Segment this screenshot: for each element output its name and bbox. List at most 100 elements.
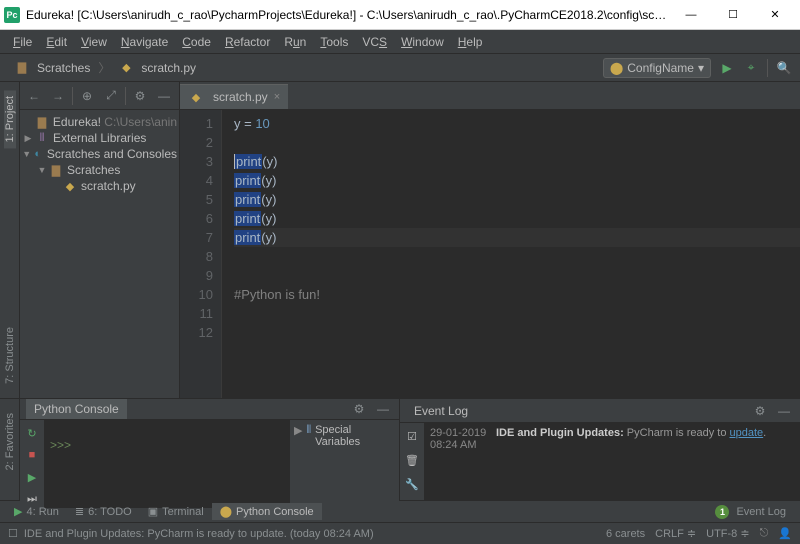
special-vars-pane[interactable]: ▶ ⫴ Special Variables bbox=[289, 420, 399, 508]
console-text[interactable]: >>> bbox=[44, 420, 289, 508]
project-panel: ← → ⊕ ⤢ ⚙ — ▇ Edureka! C:\Users\anin ▶ ⫴… bbox=[20, 82, 180, 398]
status-message: IDE and Plugin Updates: PyCharm is ready… bbox=[24, 528, 374, 540]
breadcrumb-scratches[interactable]: ▇ Scratches bbox=[8, 59, 96, 77]
tree-scratches-consoles[interactable]: ▼ ◐ Scratches and Consoles bbox=[22, 146, 177, 162]
python-icon: ⬤ bbox=[610, 61, 623, 75]
gear-icon[interactable]: ⚙ bbox=[750, 401, 770, 421]
left-tool-gutter-bottom: 2: Favorites bbox=[0, 399, 20, 500]
tool-favorites[interactable]: 2: Favorites bbox=[4, 407, 16, 476]
folder-icon: ▇ bbox=[14, 61, 30, 75]
editor-tabs: ◆ scratch.py × bbox=[180, 82, 800, 110]
tab-python-console[interactable]: ⬤Python Console bbox=[212, 503, 322, 520]
tool-project[interactable]: 1: Project bbox=[4, 90, 16, 148]
menu-file[interactable]: File bbox=[6, 33, 39, 51]
debug-icon[interactable]: ⌖ bbox=[743, 60, 759, 76]
separator bbox=[767, 59, 768, 77]
gear-icon[interactable]: ⚙ bbox=[349, 399, 369, 419]
python-file-icon: ◆ bbox=[118, 61, 134, 75]
tool-structure[interactable]: 7: Structure bbox=[4, 321, 16, 390]
menu-refactor[interactable]: Refactor bbox=[218, 33, 277, 51]
folder-icon: ▇ bbox=[34, 115, 50, 129]
tab-event-log[interactable]: 1Event Log bbox=[707, 503, 794, 521]
menu-run[interactable]: Run bbox=[277, 33, 313, 51]
console-tab[interactable]: Python Console bbox=[26, 399, 127, 419]
expand-icon[interactable]: ▶ bbox=[294, 424, 302, 437]
separator bbox=[125, 87, 126, 105]
run-icon[interactable]: ▶ bbox=[719, 60, 735, 76]
maximize-button[interactable]: ☐ bbox=[712, 1, 754, 29]
update-link[interactable]: update bbox=[730, 427, 764, 439]
folder-icon: ▇ bbox=[48, 163, 64, 177]
chevron-down-icon: ▾ bbox=[698, 61, 704, 75]
python-file-icon: ◆ bbox=[62, 179, 78, 193]
status-separator-select[interactable]: CRLF ≑ bbox=[655, 527, 696, 540]
editor-tab-scratch[interactable]: ◆ scratch.py × bbox=[180, 84, 288, 109]
status-carets: 6 carets bbox=[606, 528, 645, 540]
eventlog-content: 29-01-2019 08:24 AM IDE and Plugin Updat… bbox=[424, 423, 800, 500]
back-icon[interactable]: ← bbox=[24, 86, 44, 106]
python-file-icon: ◆ bbox=[188, 90, 204, 104]
minimize-button[interactable]: — bbox=[670, 1, 712, 29]
collapse-icon[interactable]: ⤢ bbox=[101, 86, 121, 106]
editor-area: ◆ scratch.py × 123 456 789 101112 y = 10… bbox=[180, 82, 800, 398]
tree-external-libs[interactable]: ▶ ⫴ External Libraries bbox=[22, 130, 177, 146]
gear-icon[interactable]: ⚙ bbox=[130, 86, 150, 106]
bottom-tabs: ▶4: Run ≣6: TODO ▣Terminal ⬤Python Conso… bbox=[0, 500, 800, 522]
mark-read-icon[interactable]: ☑ bbox=[403, 427, 421, 445]
notification-badge: 1 bbox=[715, 505, 729, 519]
left-tool-gutter: 1: Project 7: Structure bbox=[0, 82, 20, 398]
menu-code[interactable]: Code bbox=[175, 33, 218, 51]
hide-icon[interactable]: — bbox=[774, 401, 794, 421]
run-config-select[interactable]: ⬤ ConfigName ▾ bbox=[603, 58, 711, 78]
todo-icon: ≣ bbox=[75, 505, 84, 518]
forward-icon[interactable]: → bbox=[48, 86, 68, 106]
menu-edit[interactable]: Edit bbox=[39, 33, 74, 51]
delete-icon[interactable]: 🗑 bbox=[403, 451, 421, 469]
run-icon: ▶ bbox=[14, 505, 22, 518]
menu-navigate[interactable]: Navigate bbox=[114, 33, 175, 51]
tab-terminal[interactable]: ▣Terminal bbox=[140, 503, 212, 520]
rerun-icon[interactable]: ↻ bbox=[23, 424, 41, 442]
breadcrumb-file[interactable]: ◆ scratch.py bbox=[112, 59, 202, 77]
status-icon[interactable]: ☐ bbox=[8, 527, 18, 540]
menu-tools[interactable]: Tools bbox=[313, 33, 355, 51]
event-date: 29-01-2019 08:24 AM bbox=[430, 427, 490, 451]
code-area[interactable]: y = 10 print(y) print(y) print(y) print(… bbox=[222, 110, 800, 398]
menubar: File Edit View Navigate Code Refactor Ru… bbox=[0, 30, 800, 54]
editor-body[interactable]: 123 456 789 101112 y = 10 print(y) print… bbox=[180, 110, 800, 398]
python-console-panel: Python Console ⚙ — ↻ ■ ▶ ⏭ >>> ▶ ⫴ Speci… bbox=[20, 399, 400, 500]
app-icon: Pc bbox=[4, 7, 20, 23]
wrench-icon[interactable]: 🔧 bbox=[403, 475, 421, 493]
window-titlebar: Pc Edureka! [C:\Users\anirudh_c_rao\Pych… bbox=[0, 0, 800, 30]
menu-window[interactable]: Window bbox=[394, 33, 451, 51]
target-icon[interactable]: ⊕ bbox=[77, 86, 97, 106]
stop-icon[interactable]: ■ bbox=[23, 446, 41, 464]
library-icon: ⫴ bbox=[34, 131, 50, 145]
lock-icon[interactable]: ⎋ bbox=[760, 527, 769, 540]
search-icon[interactable]: 🔍 bbox=[776, 60, 792, 76]
breadcrumb-separator: 〉 bbox=[98, 59, 110, 76]
hide-icon[interactable]: — bbox=[373, 399, 393, 419]
status-encoding-select[interactable]: UTF-8 ≑ bbox=[706, 527, 749, 540]
statusbar: ☐ IDE and Plugin Updates: PyCharm is rea… bbox=[0, 522, 800, 544]
tree-scratch-file[interactable]: ◆ scratch.py bbox=[22, 178, 177, 194]
scratches-icon: ◐ bbox=[31, 147, 44, 161]
hide-icon[interactable]: — bbox=[154, 86, 174, 106]
separator bbox=[72, 87, 73, 105]
window-title: Edureka! [C:\Users\anirudh_c_rao\Pycharm… bbox=[26, 8, 670, 22]
menu-vcs[interactable]: VCS bbox=[355, 33, 394, 51]
close-tab-icon[interactable]: × bbox=[274, 91, 280, 103]
tree-root[interactable]: ▇ Edureka! C:\Users\anin bbox=[22, 114, 177, 130]
eventlog-gutter: ☑ 🗑 🔧 bbox=[400, 423, 424, 500]
inspection-icon[interactable]: 👤 bbox=[778, 527, 792, 540]
navbar: ▇ Scratches 〉 ◆ scratch.py ⬤ ConfigName … bbox=[0, 54, 800, 82]
tab-todo[interactable]: ≣6: TODO bbox=[67, 503, 140, 520]
event-message: IDE and Plugin Updates: PyCharm is ready… bbox=[496, 427, 766, 451]
menu-view[interactable]: View bbox=[74, 33, 114, 51]
menu-help[interactable]: Help bbox=[451, 33, 490, 51]
tab-run[interactable]: ▶4: Run bbox=[6, 503, 67, 520]
tree-scratches-folder[interactable]: ▼ ▇ Scratches bbox=[22, 162, 177, 178]
line-gutter: 123 456 789 101112 bbox=[180, 110, 222, 398]
close-button[interactable]: ✕ bbox=[754, 1, 796, 29]
run-icon[interactable]: ▶ bbox=[23, 468, 41, 486]
